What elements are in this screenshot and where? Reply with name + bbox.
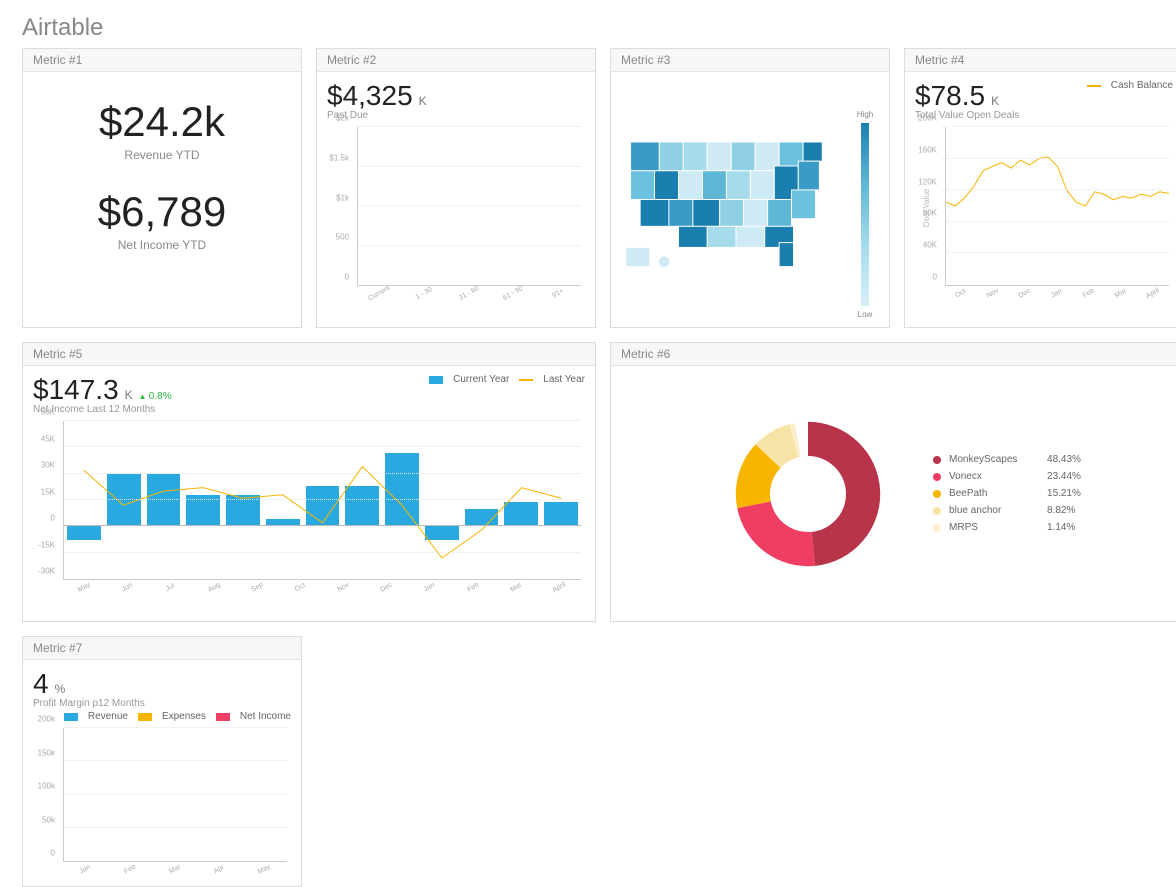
m5-chart: -30K-15K015K30K45K60K MayJunJulAugSepOct… [33, 421, 585, 596]
legend-dot-icon [933, 524, 941, 532]
legend-swatch-icon [519, 379, 533, 381]
donut-legend: MonkeyScapes 48.43% Vonecx 23.44% BeePath 15.… [933, 448, 1081, 539]
m5-value: $147.3 [33, 374, 119, 406]
us-map-icon [621, 80, 851, 319]
map-legend-low: Low [858, 310, 873, 319]
map-legend-high: High [857, 110, 873, 119]
card-title: Metric #3 [611, 49, 889, 72]
legend-pct: 48.43% [1047, 454, 1081, 465]
card-metric-7: Metric #7 4 % Profit Margin p12 Months R… [22, 636, 302, 887]
card-title: Metric #5 [23, 343, 595, 366]
legend-swatch-icon [429, 376, 443, 384]
legend-pct: 15.21% [1047, 488, 1081, 499]
m4-legend: Cash Balance [1111, 80, 1173, 91]
card-metric-5: Metric #5 $147.3 K 0.8% Net Income Last … [22, 342, 596, 622]
m5-legend-line: Last Year [543, 374, 585, 385]
m7-chart: 050k100k150k200k JanFebMarAprMay [33, 728, 291, 878]
legend-name: blue anchor [949, 505, 1039, 516]
m5-unit: K [125, 388, 133, 402]
legend-dot-icon [933, 490, 941, 498]
m2-chart: 0500$1k$1.5k$2k Current1 - 3031 - 6061 -… [327, 127, 585, 302]
card-metric-6: Metric #6 MonkeyScapes 48.43% Vonecx 23.44%… [610, 342, 1176, 622]
legend-swatch-icon [1087, 85, 1101, 87]
donut-legend-row: Vonecx 23.44% [933, 471, 1081, 482]
legend-name: Vonecx [949, 471, 1039, 482]
legend-swatch-icon [64, 713, 78, 721]
card-title: Metric #1 [23, 49, 301, 72]
kpi-revenue-value: $24.2k [33, 98, 291, 146]
m4-chart: Deal Value 040K80K120K160K200K OctNovDec… [915, 127, 1173, 302]
legend-swatch-icon [216, 713, 230, 721]
map-gradient-icon [861, 123, 869, 306]
dashboard-grid: Metric #1 $24.2k Revenue YTD $6,789 Net … [0, 48, 1176, 887]
legend-name: MonkeyScapes [949, 454, 1039, 465]
legend-dot-icon [933, 456, 941, 464]
card-title: Metric #2 [317, 49, 595, 72]
m2-value: $4,325 [327, 80, 413, 112]
m7-legend-c: Net Income [240, 711, 291, 722]
donut-legend-row: MRPS 1.14% [933, 522, 1081, 533]
m7-unit: % [55, 682, 66, 696]
legend-pct: 1.14% [1047, 522, 1075, 533]
kpi-netincome-value: $6,789 [33, 188, 291, 236]
donut-chart-icon [713, 399, 903, 589]
legend-pct: 23.44% [1047, 471, 1081, 482]
m7-legend-b: Expenses [162, 711, 206, 722]
m5-delta: 0.8% [139, 391, 172, 402]
card-metric-3: Metric #3 [610, 48, 890, 328]
legend-dot-icon [933, 473, 941, 481]
m2-sublabel: Past Due [327, 110, 585, 121]
legend-swatch-icon [138, 713, 152, 721]
donut-legend-row: BeePath 15.21% [933, 488, 1081, 499]
donut-legend-row: blue anchor 8.82% [933, 505, 1081, 516]
m7-sublabel: Profit Margin p12 Months [33, 698, 291, 709]
legend-name: BeePath [949, 488, 1039, 499]
legend-dot-icon [933, 507, 941, 515]
m7-value: 4 [33, 668, 49, 700]
card-title: Metric #7 [23, 637, 301, 660]
kpi-revenue-label: Revenue YTD [33, 148, 291, 162]
m2-unit: K [419, 94, 427, 108]
legend-pct: 8.82% [1047, 505, 1075, 516]
m4-unit: K [991, 94, 999, 108]
legend-name: MRPS [949, 522, 1039, 533]
card-metric-2: Metric #2 $4,325 K Past Due 0500$1k$1.5k… [316, 48, 596, 328]
card-title: Metric #6 [611, 343, 1176, 366]
m4-value: $78.5 [915, 80, 985, 112]
card-metric-1: Metric #1 $24.2k Revenue YTD $6,789 Net … [22, 48, 302, 328]
m7-legend-a: Revenue [88, 711, 128, 722]
kpi-netincome-label: Net Income YTD [33, 238, 291, 252]
page-title: Airtable [0, 0, 1176, 48]
donut-legend-row: MonkeyScapes 48.43% [933, 454, 1081, 465]
card-metric-4: Metric #4 $78.5 K Total Value Open Deals… [904, 48, 1176, 328]
card-title: Metric #4 [905, 49, 1176, 72]
m5-legend-bar: Current Year [453, 374, 509, 385]
